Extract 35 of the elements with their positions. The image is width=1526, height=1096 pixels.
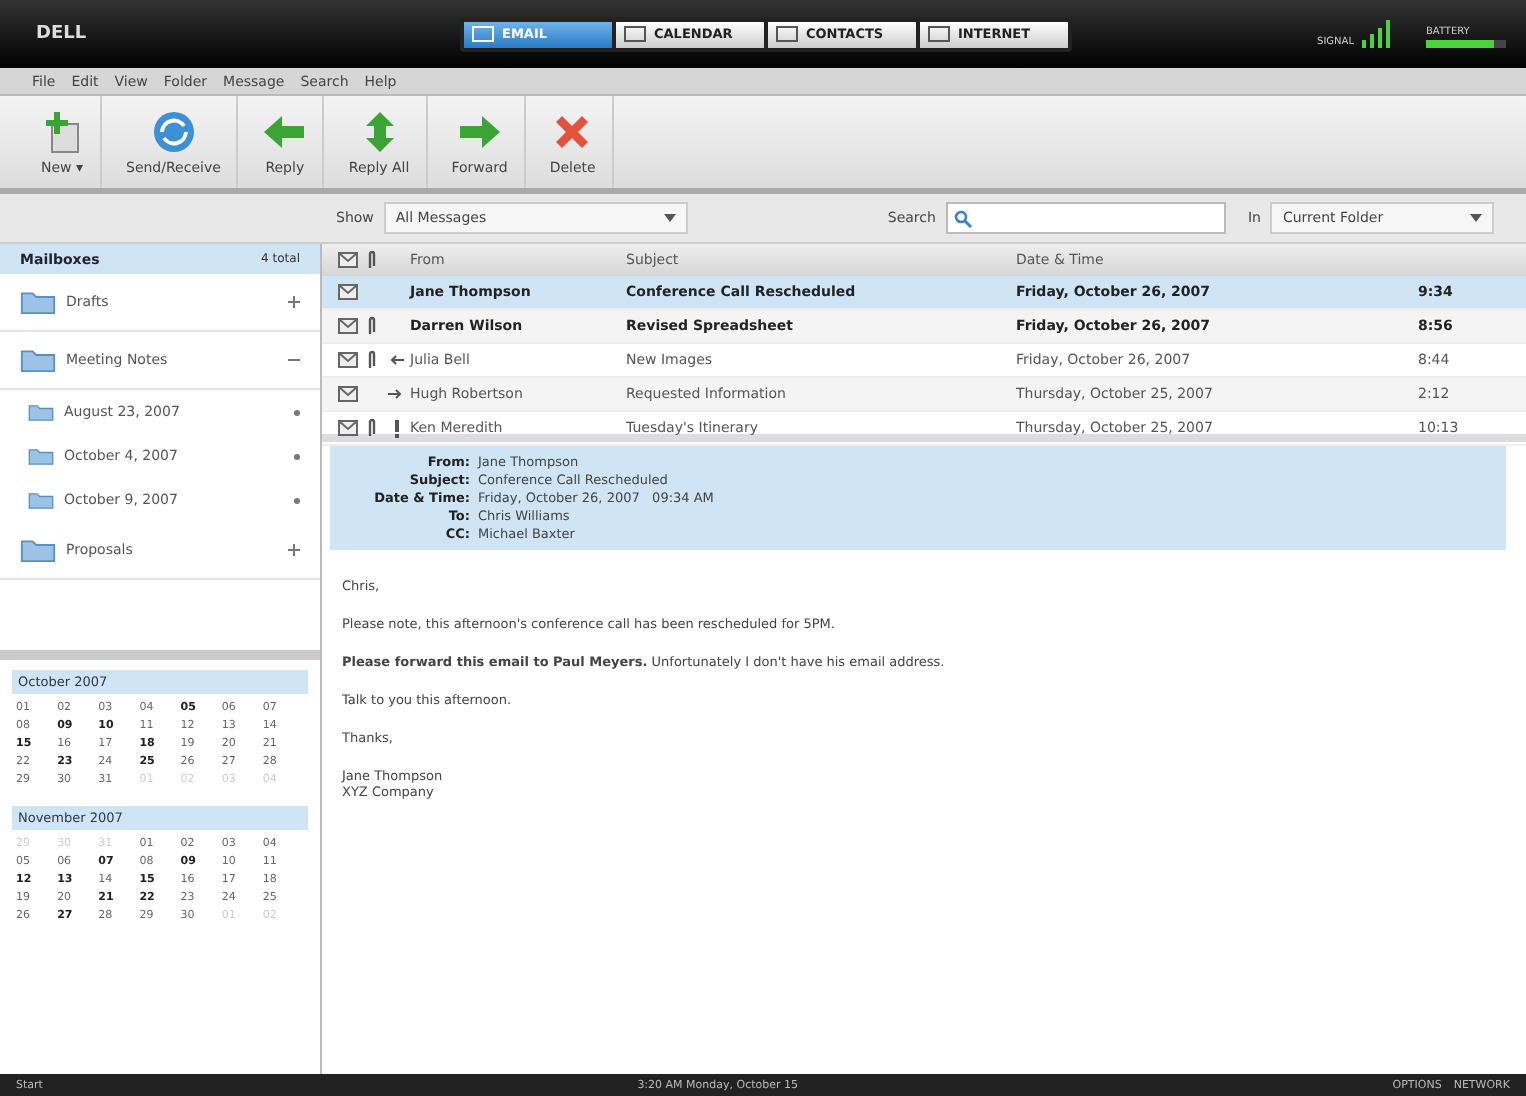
dropdown-arrow-icon xyxy=(663,214,676,222)
folder-icon xyxy=(28,446,54,466)
folder-icon xyxy=(20,346,56,374)
forward-arrow-icon xyxy=(388,388,404,400)
search-icon xyxy=(953,209,972,227)
bullet-icon xyxy=(294,497,300,503)
envelope-icon xyxy=(337,284,357,300)
expand-icon[interactable] xyxy=(288,296,300,308)
dropdown-arrow-icon xyxy=(1470,214,1483,222)
collapse-icon[interactable] xyxy=(288,354,300,366)
bullet-icon xyxy=(294,453,300,459)
window-icon xyxy=(928,26,950,42)
priority-icon xyxy=(393,419,399,437)
envelope-icon xyxy=(337,352,357,368)
bullet-icon xyxy=(294,409,300,415)
dell-logo: DELL xyxy=(36,24,89,44)
folder-icon xyxy=(20,536,56,564)
envelope-icon xyxy=(337,318,357,334)
new-message-icon xyxy=(40,109,84,153)
window-icon xyxy=(624,26,646,42)
signal-icon xyxy=(1362,20,1394,48)
folder-icon xyxy=(28,402,54,422)
expand-icon[interactable] xyxy=(288,544,300,556)
reply-arrow-icon xyxy=(388,354,404,366)
sync-icon xyxy=(151,109,196,153)
paperclip-icon xyxy=(367,250,375,270)
window-icon xyxy=(472,26,494,42)
folder-icon xyxy=(20,288,56,316)
envelope-icon xyxy=(337,386,357,402)
paperclip-icon xyxy=(367,418,375,438)
search-field[interactable] xyxy=(945,202,1226,234)
window-icon xyxy=(776,26,798,42)
envelope-icon xyxy=(337,252,357,268)
folder-icon xyxy=(28,490,54,510)
envelope-icon xyxy=(337,420,357,436)
